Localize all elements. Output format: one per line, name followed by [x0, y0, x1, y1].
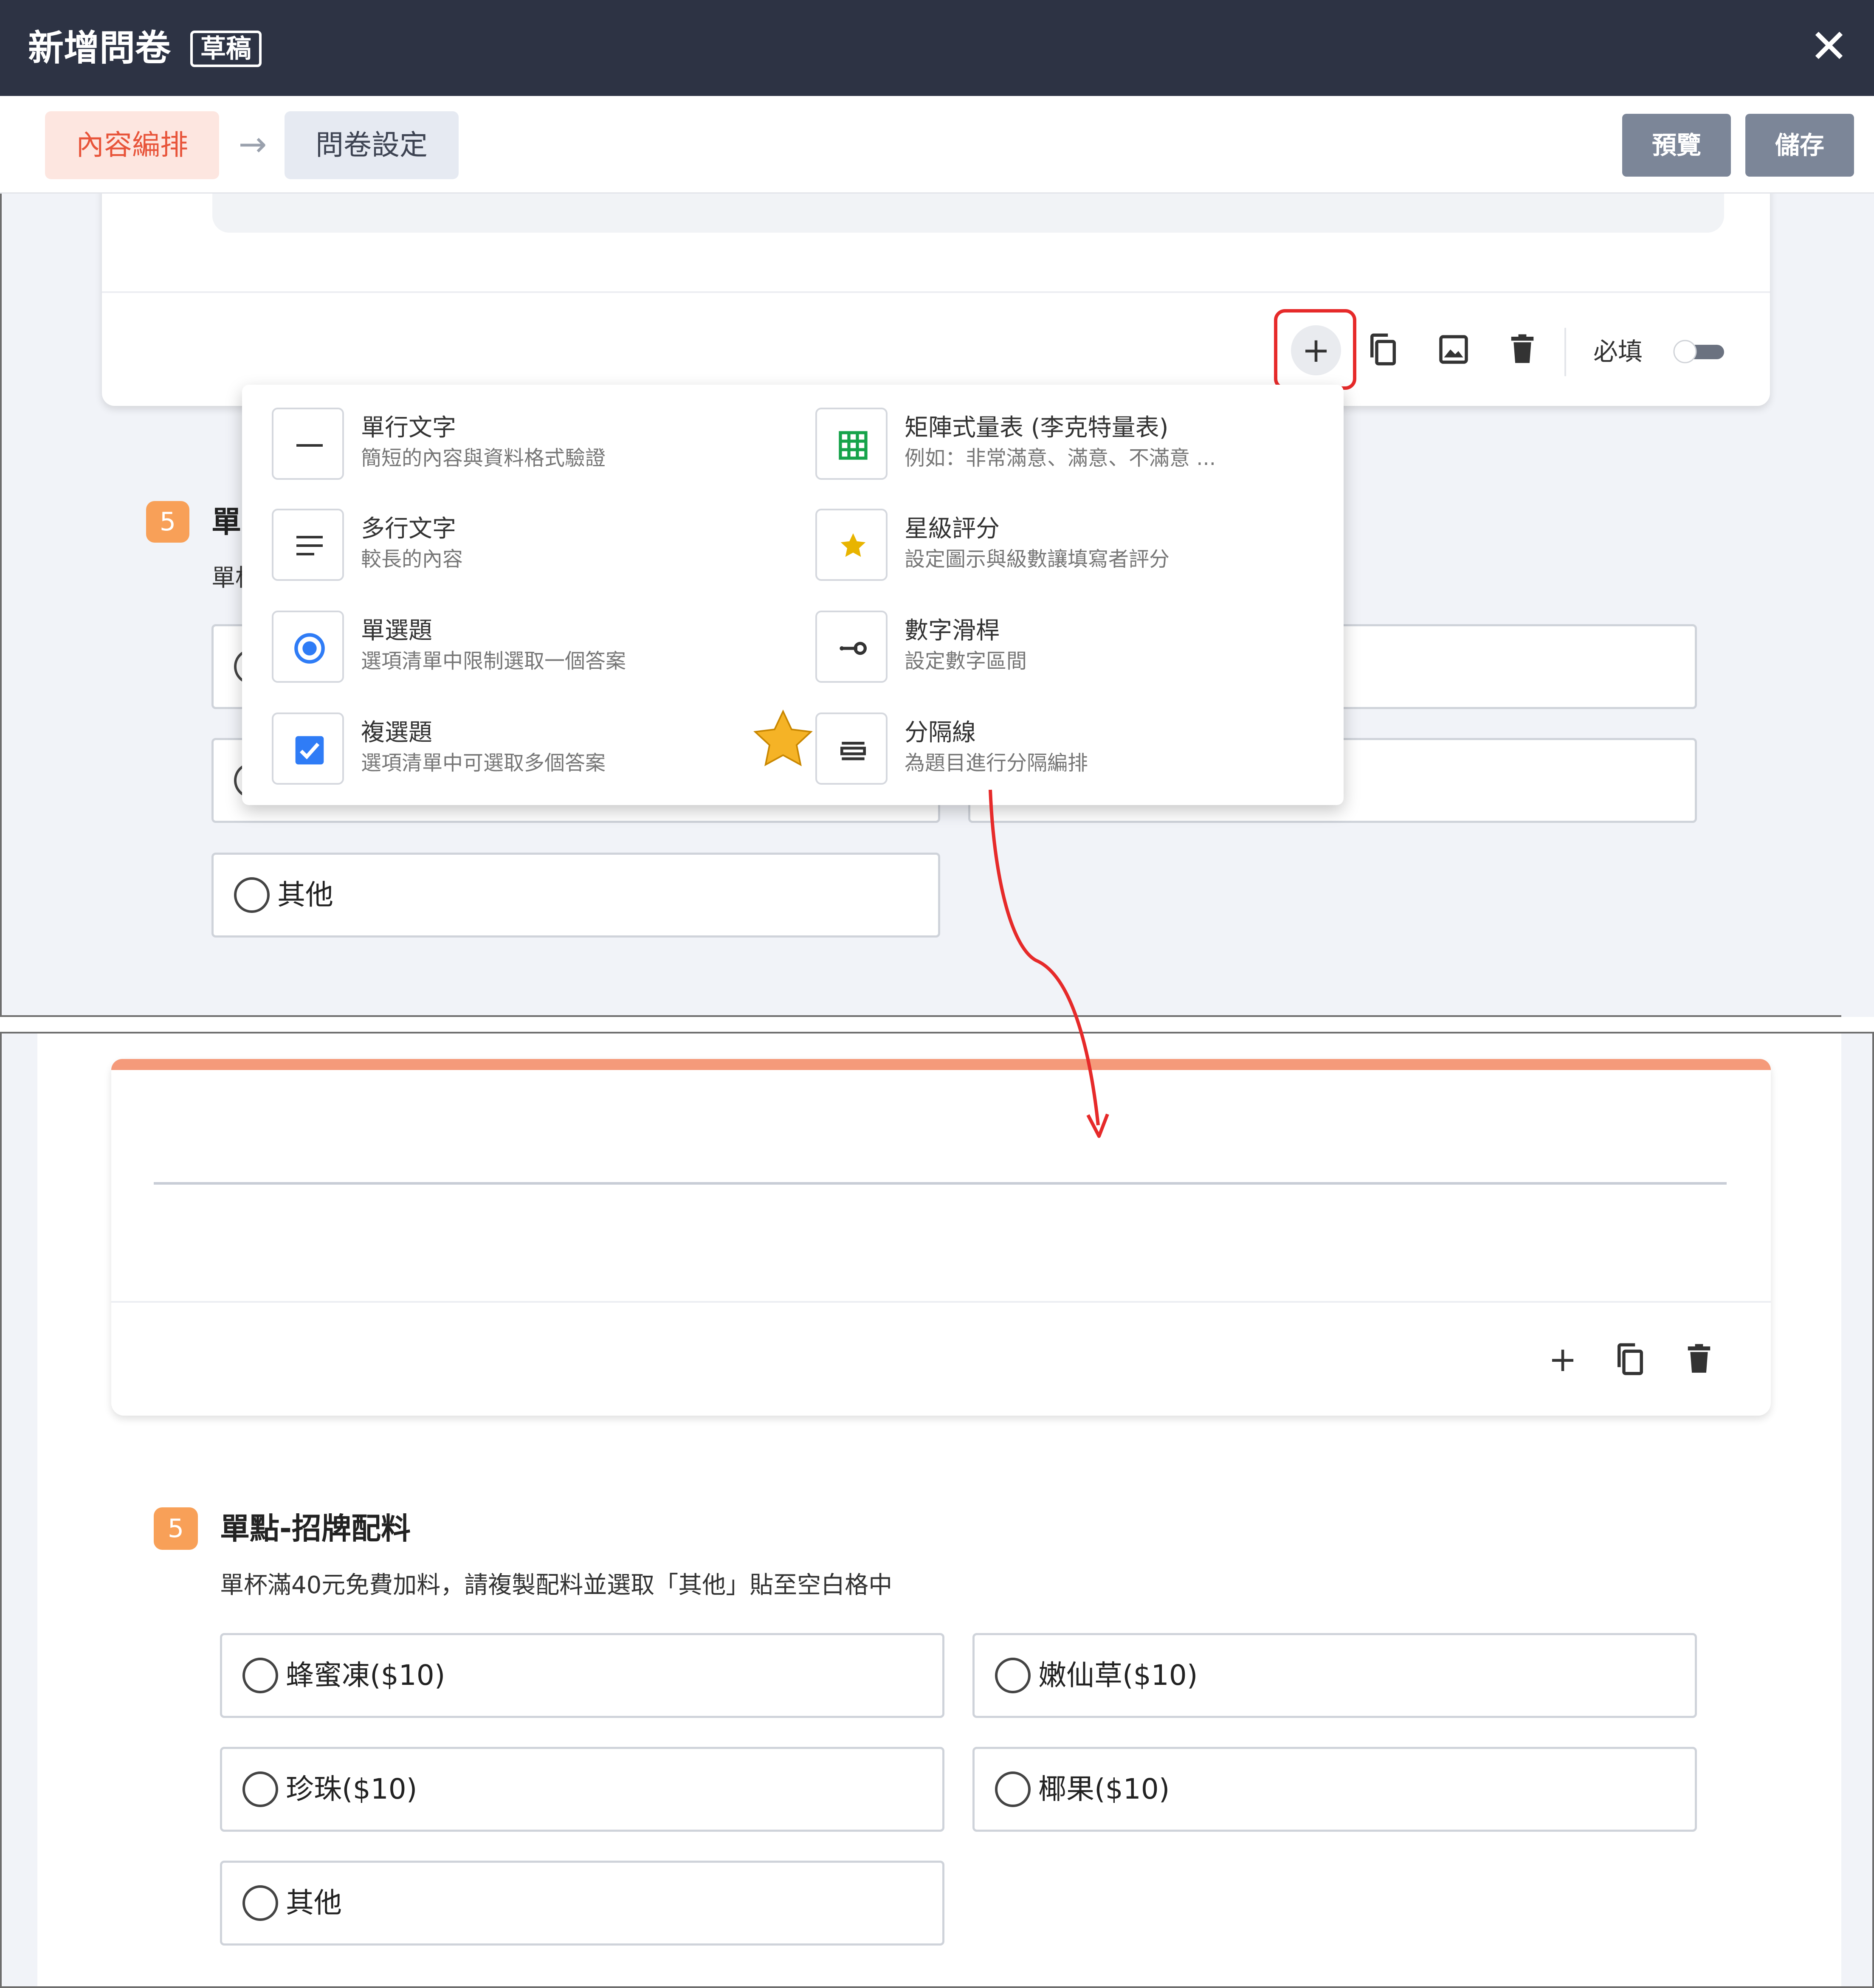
option-label: 珍珠($10)	[286, 1773, 417, 1805]
editor-canvas-left-gutter	[2, 1033, 37, 1986]
toolbar-separator	[1564, 328, 1566, 376]
preview-button[interactable]: 預覽	[1622, 114, 1731, 177]
menu-item-desc: 較長的內容	[361, 547, 463, 571]
menu-item-title: 矩陣式量表 (李克特量表)	[905, 414, 1169, 442]
multi-line-icon	[272, 509, 344, 581]
option-label: 其他	[286, 1887, 342, 1919]
menu-item-title: 單選題	[361, 617, 432, 645]
divider-icon	[815, 712, 888, 785]
radio-button[interactable]	[242, 1771, 278, 1807]
title-bar	[0, 0, 1874, 96]
image-icon[interactable]	[1434, 330, 1473, 369]
option-box[interactable]: 珍珠($10)	[220, 1747, 944, 1832]
question-number-badge: 5	[146, 501, 189, 543]
step-tab-content[interactable]: 內容編排	[45, 111, 219, 179]
trash-icon[interactable]	[1680, 1340, 1718, 1378]
close-icon[interactable]: ✕	[1806, 23, 1852, 70]
draft-badge: 草稿	[190, 31, 262, 67]
copy-icon[interactable]	[1364, 330, 1402, 369]
matrix-icon	[815, 408, 888, 480]
radio-icon	[272, 611, 344, 683]
option-box[interactable]: 嫩仙草($10)	[972, 1633, 1697, 1718]
question-number-badge: 5	[154, 1507, 198, 1550]
option-label: 嫩仙草($10)	[1038, 1659, 1198, 1692]
checkbox-icon	[272, 712, 344, 785]
option-label: 椰果($10)	[1038, 1773, 1170, 1805]
card-divider	[111, 1301, 1771, 1303]
menu-item-title: 數字滑桿	[905, 617, 1000, 645]
step-tab-settings[interactable]: 問卷設定	[285, 111, 459, 179]
option-other[interactable]: 其他	[220, 1861, 944, 1946]
question-description[interactable]: 單杯滿40元免費加料，請複製配料並選取「其他」貼至空白格中	[220, 1568, 892, 1602]
radio-button[interactable]	[995, 1771, 1031, 1807]
option-label: 蜂蜜凍($10)	[286, 1659, 445, 1692]
menu-item-desc: 選項清單中限制選取一個答案	[361, 649, 626, 673]
editor-canvas-right-gutter	[1841, 1033, 1872, 1986]
highlight-star-icon	[753, 709, 813, 766]
option-box[interactable]: 蜂蜜凍($10)	[220, 1633, 944, 1718]
required-label: 必填	[1593, 337, 1643, 366]
question-title[interactable]: 單點-招牌配料	[220, 1507, 411, 1550]
add-icon[interactable]: +	[1541, 1338, 1584, 1381]
trash-icon[interactable]	[1503, 330, 1541, 369]
radio-button[interactable]	[995, 1658, 1031, 1693]
option-other[interactable]: 其他	[211, 853, 940, 938]
single-line-icon	[272, 408, 344, 480]
radio-button[interactable]	[234, 877, 270, 913]
menu-item-desc: 設定數字區間	[905, 649, 1027, 673]
step-bar	[0, 96, 1874, 194]
editor-canvas-right-gutter	[1841, 194, 1874, 1017]
divider-card[interactable]	[111, 1059, 1771, 1416]
menu-item-title: 單行文字	[361, 414, 456, 442]
question-input-area[interactable]	[212, 194, 1724, 233]
menu-item-title: 複選題	[361, 719, 432, 746]
menu-item-desc: 為題目進行分隔編排	[905, 751, 1088, 775]
star-icon	[815, 509, 888, 581]
menu-item-desc: 例如：非常滿意、滿意、不滿意 ...	[905, 446, 1216, 470]
slider-icon	[815, 611, 888, 683]
step-arrow-icon: →	[238, 124, 267, 164]
option-box[interactable]: 椰果($10)	[972, 1747, 1697, 1832]
menu-item-desc: 簡短的內容與資料格式驗證	[361, 446, 606, 470]
menu-item-desc: 設定圖示與級數讓填寫者評分	[905, 547, 1170, 571]
card-divider	[102, 291, 1770, 293]
divider-card-accent	[111, 1059, 1771, 1070]
divider-line	[154, 1182, 1727, 1185]
copy-icon[interactable]	[1611, 1340, 1649, 1378]
save-button[interactable]: 儲存	[1745, 114, 1854, 177]
add-button-highlight	[1274, 309, 1356, 390]
radio-button[interactable]	[242, 1885, 278, 1921]
menu-item-title: 星級評分	[905, 515, 1000, 543]
menu-item-title: 分隔線	[905, 719, 976, 746]
radio-button[interactable]	[242, 1658, 278, 1693]
question-title[interactable]: 單	[211, 501, 241, 543]
option-label: 其他	[277, 879, 333, 911]
page-title: 新增問卷	[28, 27, 171, 69]
menu-item-title: 多行文字	[361, 515, 456, 543]
menu-item-desc: 選項清單中可選取多個答案	[361, 751, 606, 775]
required-toggle[interactable]	[1673, 340, 1726, 363]
